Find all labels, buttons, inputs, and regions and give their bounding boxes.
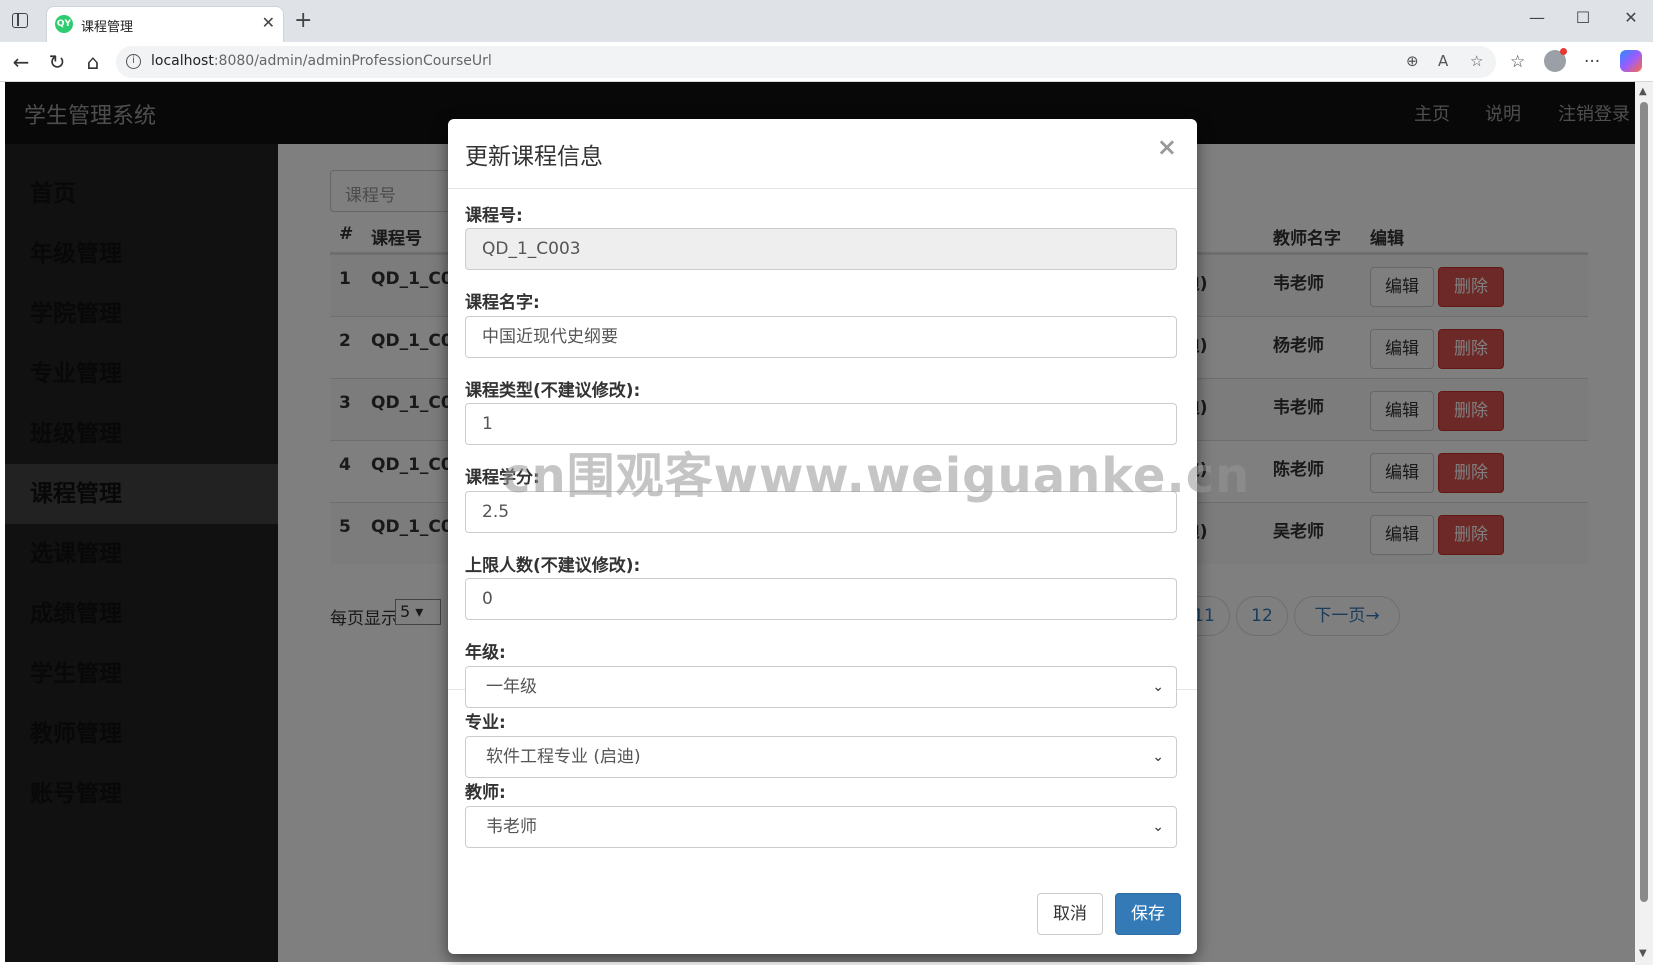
url-text: localhost:8080/admin/adminProfessionCour…: [151, 53, 492, 69]
limit-field[interactable]: 0: [465, 578, 1177, 620]
course-name-field[interactable]: 中国近现代史纲要: [465, 316, 1177, 358]
update-course-dialog: 更新课程信息 × 课程号: QD_1_C003 课程名字: 中国近现代史纲要 课…: [448, 119, 1197, 954]
url-input[interactable]: i localhost:8080/admin/adminProfessionCo…: [116, 46, 1496, 78]
teacher-select[interactable]: 韦老师 ⌄: [465, 806, 1177, 848]
course-no-label: 课程号:: [465, 206, 523, 226]
chevron-down-icon: ⌄: [1152, 679, 1164, 695]
scrollbar-thumb[interactable]: [1640, 102, 1648, 902]
chevron-down-icon: ⌄: [1152, 749, 1164, 765]
window-close-icon[interactable]: ✕: [1617, 8, 1645, 27]
scroll-down-icon[interactable]: ▼: [1639, 948, 1647, 959]
home-icon[interactable]: ⌂: [80, 50, 106, 74]
save-button[interactable]: 保存: [1115, 893, 1181, 935]
favorites-icon[interactable]: ☆: [1510, 52, 1525, 72]
major-label: 专业:: [465, 713, 506, 733]
cancel-button[interactable]: 取消: [1037, 893, 1103, 935]
more-menu-icon[interactable]: ···: [1584, 52, 1600, 72]
copilot-icon[interactable]: [1620, 50, 1642, 72]
read-aloud-icon[interactable]: A: [1438, 52, 1448, 70]
tab-close-icon[interactable]: ✕: [262, 13, 275, 32]
course-no-field: QD_1_C003: [465, 228, 1177, 270]
major-select-value: 软件工程专业 (启迪): [486, 747, 641, 767]
limit-label: 上限人数(不建议修改):: [465, 556, 641, 576]
watermark: cn围观客www.weiguanke.cn: [502, 448, 1251, 504]
favorite-star-icon[interactable]: ☆: [1470, 52, 1483, 70]
zoom-icon[interactable]: ⊕: [1406, 52, 1419, 70]
major-select[interactable]: 软件工程专业 (启迪) ⌄: [465, 736, 1177, 778]
dialog-title: 更新课程信息: [465, 144, 603, 170]
sidebar-toggle-icon[interactable]: [12, 13, 28, 28]
tab-title: 课程管理: [81, 20, 134, 35]
maximize-icon[interactable]: ☐: [1569, 8, 1597, 27]
course-name-label: 课程名字:: [465, 293, 540, 313]
course-type-label: 课程类型(不建议修改):: [465, 381, 641, 401]
reload-icon[interactable]: ↻: [44, 50, 70, 74]
close-icon[interactable]: ×: [1157, 133, 1177, 161]
grade-select-value: 一年级: [486, 677, 537, 697]
chevron-down-icon: ⌄: [1152, 819, 1164, 835]
grade-label: 年级:: [465, 643, 506, 663]
new-tab-icon[interactable]: +: [294, 8, 312, 34]
address-bar: ← ↻ ⌂ i localhost:8080/admin/adminProfes…: [0, 42, 1653, 82]
scroll-up-icon[interactable]: ▲: [1639, 86, 1647, 97]
browser-tab-bar: QY 课程管理 ✕ + — ☐ ✕: [0, 0, 1653, 42]
profile-notification-dot: [1560, 48, 1567, 55]
back-icon[interactable]: ←: [8, 50, 34, 74]
browser-tab[interactable]: QY 课程管理 ✕: [46, 6, 284, 42]
tab-favicon-icon: QY: [55, 15, 73, 33]
site-info-icon[interactable]: i: [126, 54, 141, 69]
grade-select[interactable]: 一年级 ⌄: [465, 666, 1177, 708]
teacher-select-value: 韦老师: [486, 817, 537, 837]
dialog-header-divider: [448, 188, 1197, 189]
teacher-label: 教师:: [465, 783, 506, 803]
minimize-icon[interactable]: —: [1523, 8, 1551, 27]
